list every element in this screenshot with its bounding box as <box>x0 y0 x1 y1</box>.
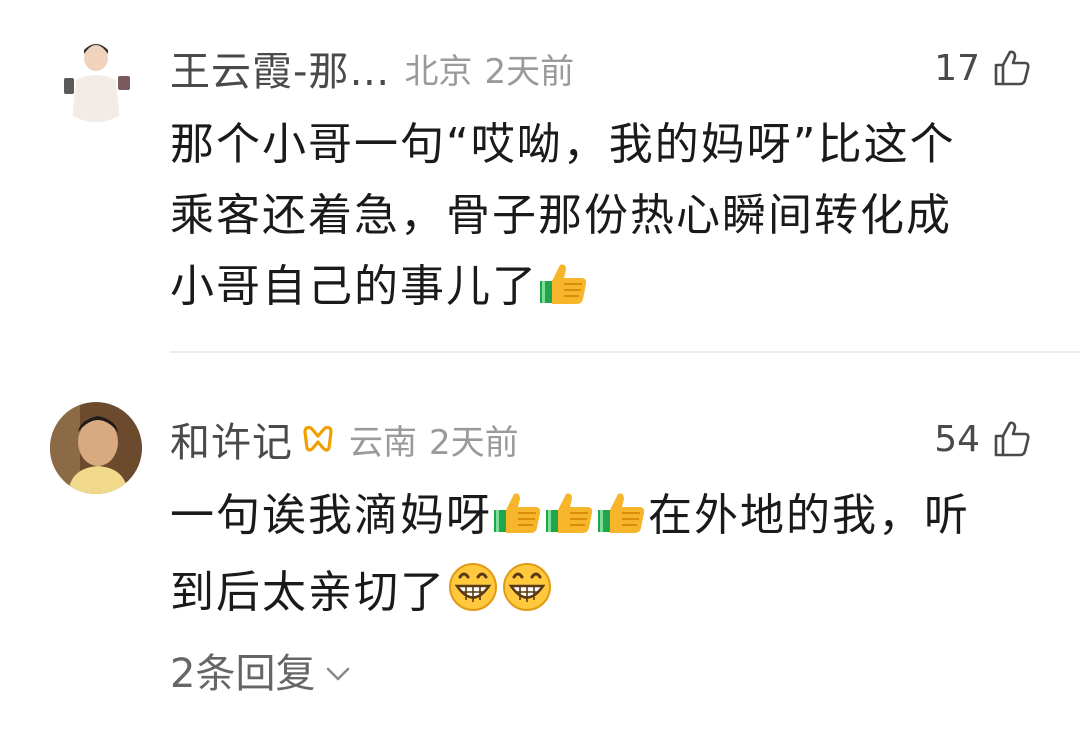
comment-line-text: 一句诶我滴妈呀 <box>170 490 492 541</box>
timestamp: 2天前 <box>429 422 519 463</box>
replies-label: 2条回复 <box>170 651 316 697</box>
comment-line: 那个小哥一句“哎呦，我的妈呀”比这个 <box>170 119 956 170</box>
grinning-face-emoji <box>446 559 500 634</box>
like-button[interactable]: 54 <box>934 409 1032 469</box>
comment-text: 那个小哥一句“哎呦，我的妈呀”比这个 乘客还着急，骨子那份热心瞬间转化成 小哥自… <box>170 109 1040 328</box>
chevron-down-icon <box>325 647 351 693</box>
like-count: 54 <box>934 418 980 460</box>
vip-ribbon-icon[interactable] <box>301 422 335 456</box>
thumbs-up-emoji <box>538 257 590 328</box>
comment-line-text: 到后太亲切了 <box>170 567 446 618</box>
thumbs-up-icon[interactable] <box>992 419 1032 459</box>
grinning-face-emoji <box>500 559 554 634</box>
thumbs-up-icon[interactable] <box>992 48 1032 88</box>
comment-line-text: 在外地的我，听 <box>648 490 970 541</box>
comment-line: 到后太亲切了 <box>170 557 1040 634</box>
avatar-image <box>50 402 142 494</box>
location: 云南 <box>349 422 417 463</box>
thumbs-up-emoji <box>596 486 648 557</box>
comment-line-text: 小哥自己的事儿了 <box>170 261 538 312</box>
comment-line: 一句诶我滴妈呀 在外地的我，听 <box>170 480 1040 557</box>
like-count: 17 <box>934 47 980 89</box>
comment-text: 一句诶我滴妈呀 在外地的我，听 到后太亲切了 <box>170 480 1040 634</box>
timestamp: 2天前 <box>484 51 575 92</box>
comment-line: 小哥自己的事儿了 <box>170 251 1040 328</box>
avatar[interactable] <box>50 30 142 122</box>
username[interactable]: 王云霞-那… <box>170 39 390 97</box>
thumbs-up-emoji <box>492 486 544 557</box>
divider <box>170 351 1080 353</box>
thumbs-up-emoji <box>544 486 596 557</box>
location: 北京 <box>404 51 473 92</box>
avatar[interactable] <box>50 402 142 494</box>
comment-line: 乘客还着急，骨子那份热心瞬间转化成 <box>170 190 952 241</box>
like-button[interactable]: 17 <box>934 38 1032 98</box>
username[interactable]: 和许记 <box>170 410 293 468</box>
avatar-image <box>50 30 142 122</box>
view-replies-button[interactable]: 2条回复 <box>170 640 351 700</box>
